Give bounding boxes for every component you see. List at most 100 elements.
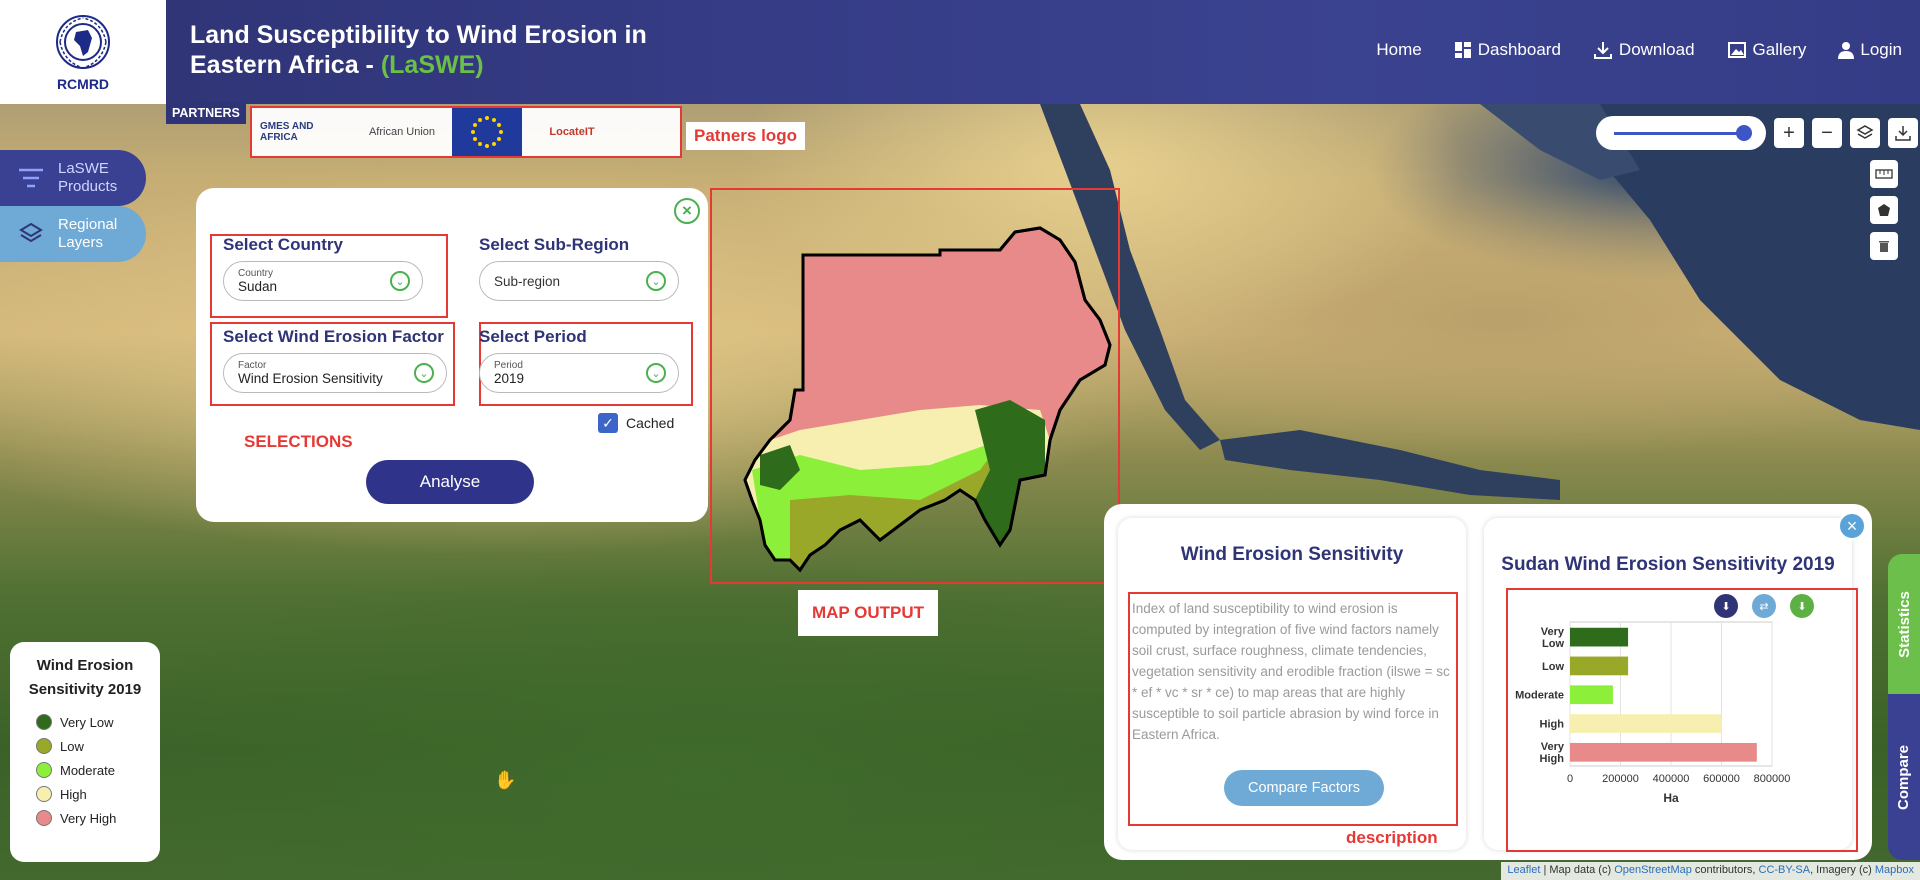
- gallery-icon: [1727, 42, 1746, 58]
- legend-swatch: [36, 714, 52, 730]
- bar-very-high: [1570, 742, 1757, 762]
- layers-button[interactable]: [1850, 118, 1880, 148]
- eu-flag-logo[interactable]: [452, 108, 522, 156]
- map-toolbar: + −: [1596, 116, 1918, 150]
- nav-download[interactable]: Download: [1593, 40, 1695, 60]
- legend: Wind Erosion Sensitivity 2019 Very Low L…: [10, 642, 160, 862]
- selections-annotation: SELECTIONS: [244, 432, 353, 451]
- nav-home-label: Home: [1376, 40, 1422, 59]
- nav-gallery-label: Gallery: [1752, 40, 1807, 59]
- legend-label: Low: [60, 738, 84, 754]
- nav-gallery[interactable]: Gallery: [1727, 40, 1807, 60]
- opacity-slider[interactable]: [1596, 116, 1766, 150]
- bar-moderate: [1570, 685, 1613, 705]
- info-panel: Wind Erosion Sensitivity Index of land s…: [1104, 504, 1872, 860]
- nav-dashboard-label: Dashboard: [1477, 40, 1561, 59]
- statistics-tab[interactable]: Statistics: [1888, 554, 1920, 694]
- minus-icon: −: [1821, 121, 1833, 144]
- y-tick-label: Moderate: [1515, 690, 1564, 702]
- nav-dashboard[interactable]: Dashboard: [1454, 40, 1561, 60]
- nav-login-label: Login: [1860, 40, 1902, 59]
- x-axis-label: Ha: [1663, 791, 1679, 805]
- subregion-select[interactable]: Sub-region ⌄: [479, 261, 679, 301]
- legend-swatch: [36, 738, 52, 754]
- cached-checkbox[interactable]: ✓ Cached: [598, 413, 674, 433]
- gmes-logo[interactable]: GMES AND AFRICA: [260, 110, 352, 154]
- rcmrd-logo[interactable]: RCMRD: [0, 0, 166, 104]
- sidebar-laswe-products[interactable]: LaSWE Products: [0, 150, 146, 206]
- close-info-button[interactable]: ×: [1838, 512, 1866, 540]
- sidebar-regional-layers[interactable]: Regional Layers: [0, 206, 146, 262]
- compare-factors-button[interactable]: Compare Factors: [1224, 770, 1384, 806]
- legend-label: Very High: [60, 810, 117, 826]
- draw-polygon-button[interactable]: [1870, 196, 1898, 224]
- osm-link[interactable]: OpenStreetMap: [1614, 864, 1692, 876]
- chart-title: Sudan Wind Erosion Sensitivity 2019: [1501, 554, 1835, 575]
- legend-item: Very High: [18, 806, 152, 830]
- ruler-icon: [1875, 169, 1893, 179]
- bar-chart: 0 200000 400000 600000 800000VeryLowLowModer…: [1515, 621, 1791, 805]
- close-panel-button[interactable]: ×: [674, 198, 700, 224]
- factor-title: Select Wind Erosion Factor: [223, 327, 444, 346]
- trash-icon: [1879, 241, 1889, 252]
- country-title: Select Country: [223, 235, 343, 254]
- license-link[interactable]: CC-BY-SA: [1759, 864, 1811, 876]
- period-title: Select Period: [479, 327, 587, 346]
- x-tick-label: 400000: [1653, 773, 1690, 785]
- org-name: RCMRD: [56, 76, 110, 92]
- legend-swatch: [36, 786, 52, 802]
- description-card: Wind Erosion Sensitivity Index of land s…: [1118, 518, 1466, 850]
- legend-label: Moderate: [60, 762, 115, 778]
- dashboard-icon: [1454, 42, 1471, 58]
- nav-home[interactable]: Home: [1376, 40, 1421, 60]
- attrib-text: | Map data (c): [1540, 864, 1615, 876]
- app-title-accent: (LaSWE): [380, 51, 484, 79]
- analyse-button[interactable]: Analyse: [366, 460, 534, 504]
- nav-login[interactable]: Login: [1838, 40, 1902, 60]
- attrib-text: , Imagery (c): [1810, 864, 1875, 876]
- compare-tab[interactable]: Compare: [1888, 694, 1920, 860]
- period-select[interactable]: Period 2019 ⌄: [479, 353, 679, 393]
- layers-icon: [19, 222, 43, 243]
- y-tick-label: Very: [1541, 741, 1565, 753]
- african-union-logo[interactable]: African Union: [362, 110, 442, 154]
- map-download-button[interactable]: [1888, 118, 1918, 148]
- mapbox-link[interactable]: Mapbox: [1875, 864, 1914, 876]
- legend-item: Low: [18, 734, 152, 758]
- chart-highlight: 0 200000 400000 600000 800000 Very Low Low Moder…: [1506, 588, 1858, 852]
- close-icon: ×: [1846, 515, 1858, 536]
- leaflet-link[interactable]: Leaflet: [1507, 864, 1540, 876]
- factor-select[interactable]: Factor Wind Erosion Sensitivity ⌄: [223, 353, 447, 393]
- gmes-logo-text: GMES AND AFRICA: [260, 121, 314, 143]
- delete-drawing-button[interactable]: [1870, 232, 1898, 260]
- legend-swatch: [36, 762, 52, 778]
- checkmark-icon: ✓: [598, 413, 618, 433]
- compare-tab-label: Compare: [1895, 744, 1913, 810]
- partners-annotation: Patners logo: [686, 122, 805, 150]
- y-tick-label: Low: [1542, 638, 1564, 650]
- hand-cursor-icon: ✋: [494, 770, 517, 790]
- x-tick-label: 600000: [1703, 773, 1740, 785]
- close-icon: ×: [682, 201, 692, 220]
- map-output-highlight: [710, 188, 1120, 584]
- legend-item: Very Low: [18, 710, 152, 734]
- zoom-out-button[interactable]: −: [1812, 118, 1842, 148]
- au-logo-text: African Union: [368, 126, 436, 138]
- subregion-title: Select Sub-Region: [479, 235, 630, 254]
- x-tick-label: 800000: [1754, 773, 1791, 785]
- slider-handle[interactable]: [1736, 125, 1752, 141]
- globe-logo-icon: [56, 15, 110, 69]
- y-tick-label: High: [1540, 718, 1565, 730]
- measure-button[interactable]: [1870, 160, 1898, 188]
- country-select[interactable]: Country Sudan ⌄: [223, 261, 423, 301]
- download-icon: [1593, 42, 1612, 59]
- y-tick-label: High: [1540, 753, 1565, 765]
- user-icon: [1838, 42, 1855, 59]
- filter-icon: [19, 168, 43, 188]
- description-text-box: Index of land susceptibility to wind ero…: [1128, 592, 1458, 826]
- legend-label: Very Low: [60, 714, 114, 730]
- locateit-logo[interactable]: LocateIT: [532, 110, 612, 154]
- legend-title: Wind Erosion Sensitivity 2019: [28, 657, 142, 698]
- zoom-in-button[interactable]: +: [1774, 118, 1804, 148]
- header: RCMRD Land Susceptibility to Wind Erosio…: [0, 0, 1920, 104]
